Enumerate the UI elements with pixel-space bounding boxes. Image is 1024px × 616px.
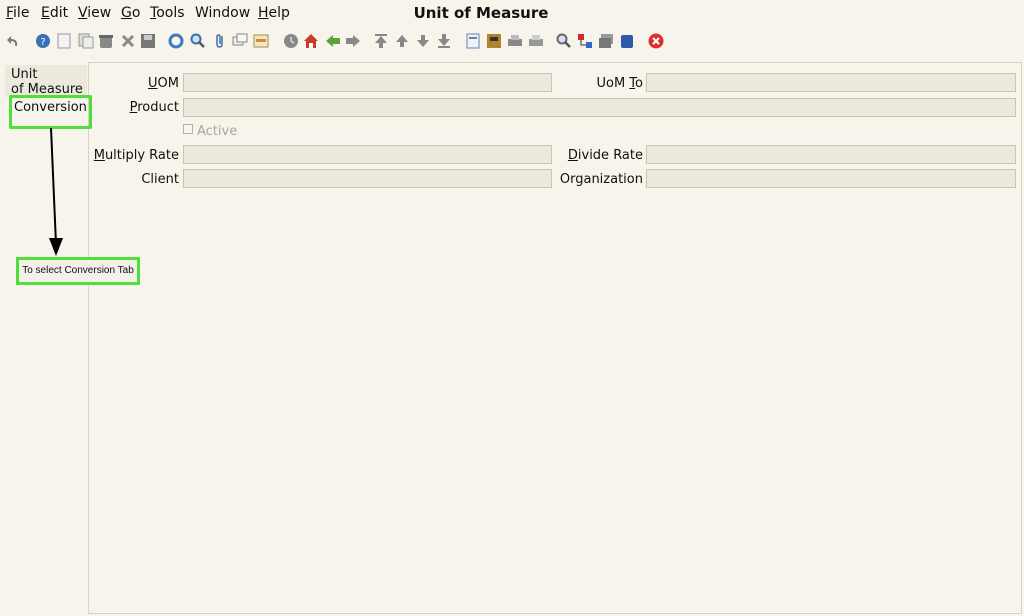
delete-selection-icon[interactable] (120, 33, 136, 49)
grid-toggle-icon[interactable] (253, 33, 269, 49)
window-title: Unit of Measure (413, 4, 549, 22)
new-record-icon[interactable] (56, 33, 72, 49)
workflow-icon[interactable] (577, 33, 593, 49)
client-field[interactable] (183, 169, 552, 188)
copy-record-icon[interactable] (78, 33, 94, 49)
forward-icon[interactable] (345, 33, 361, 49)
checkbox-box (183, 124, 193, 134)
product-info-icon[interactable] (598, 33, 614, 49)
history-icon[interactable] (283, 33, 299, 49)
undo-icon[interactable] (5, 33, 21, 49)
product-label: Product (129, 100, 179, 115)
tab-uom-label-line1: Unit (11, 67, 38, 82)
back-icon[interactable] (325, 33, 341, 49)
chat-icon[interactable] (232, 33, 248, 49)
print-preview-icon[interactable] (528, 33, 544, 49)
annotation-arrow (49, 127, 63, 256)
divide-rate-label: Divide Rate (567, 148, 643, 163)
first-record-icon[interactable] (373, 33, 389, 49)
annotation-callout: To select Conversion Tab (16, 257, 140, 285)
tab-unit-of-measure[interactable]: Unit of Measure (5, 65, 87, 97)
client-label: Client (141, 172, 179, 187)
find-icon[interactable] (190, 33, 206, 49)
help-icon[interactable]: ? (35, 33, 51, 49)
exit-icon[interactable] (648, 33, 664, 49)
divide-rate-field[interactable] (646, 145, 1016, 164)
organization-field[interactable] (646, 169, 1016, 188)
svg-text:?: ? (40, 37, 45, 48)
print-icon[interactable] (507, 33, 523, 49)
multiply-rate-field[interactable] (183, 145, 552, 164)
uom-to-label: UoM To (596, 76, 643, 91)
save-icon[interactable] (140, 33, 156, 49)
multiply-rate-label: Multiply Rate (93, 148, 179, 163)
delete-icon[interactable] (98, 33, 114, 49)
conversion-tab-highlight (9, 95, 92, 129)
uom-label: UOM (148, 76, 179, 91)
refresh-icon[interactable] (168, 33, 184, 49)
archive-icon[interactable] (486, 33, 502, 49)
attachment-icon[interactable] (212, 33, 228, 49)
uom-to-field[interactable] (646, 73, 1016, 92)
report-icon[interactable] (465, 33, 481, 49)
menu-bar: File Edit View Go Tools Window Help Unit… (0, 0, 1024, 26)
product-field[interactable] (183, 98, 1016, 117)
zoom-across-icon[interactable] (556, 33, 572, 49)
previous-record-icon[interactable] (394, 33, 410, 49)
organization-label: Organization (559, 172, 643, 187)
toolbar: ? (0, 30, 1024, 56)
next-record-icon[interactable] (415, 33, 431, 49)
lock-icon[interactable] (619, 33, 635, 49)
last-record-icon[interactable] (436, 33, 452, 49)
home-icon[interactable] (303, 33, 319, 49)
uom-field[interactable] (183, 73, 552, 92)
active-checkbox[interactable]: Active (183, 124, 237, 139)
active-label: Active (197, 124, 238, 139)
